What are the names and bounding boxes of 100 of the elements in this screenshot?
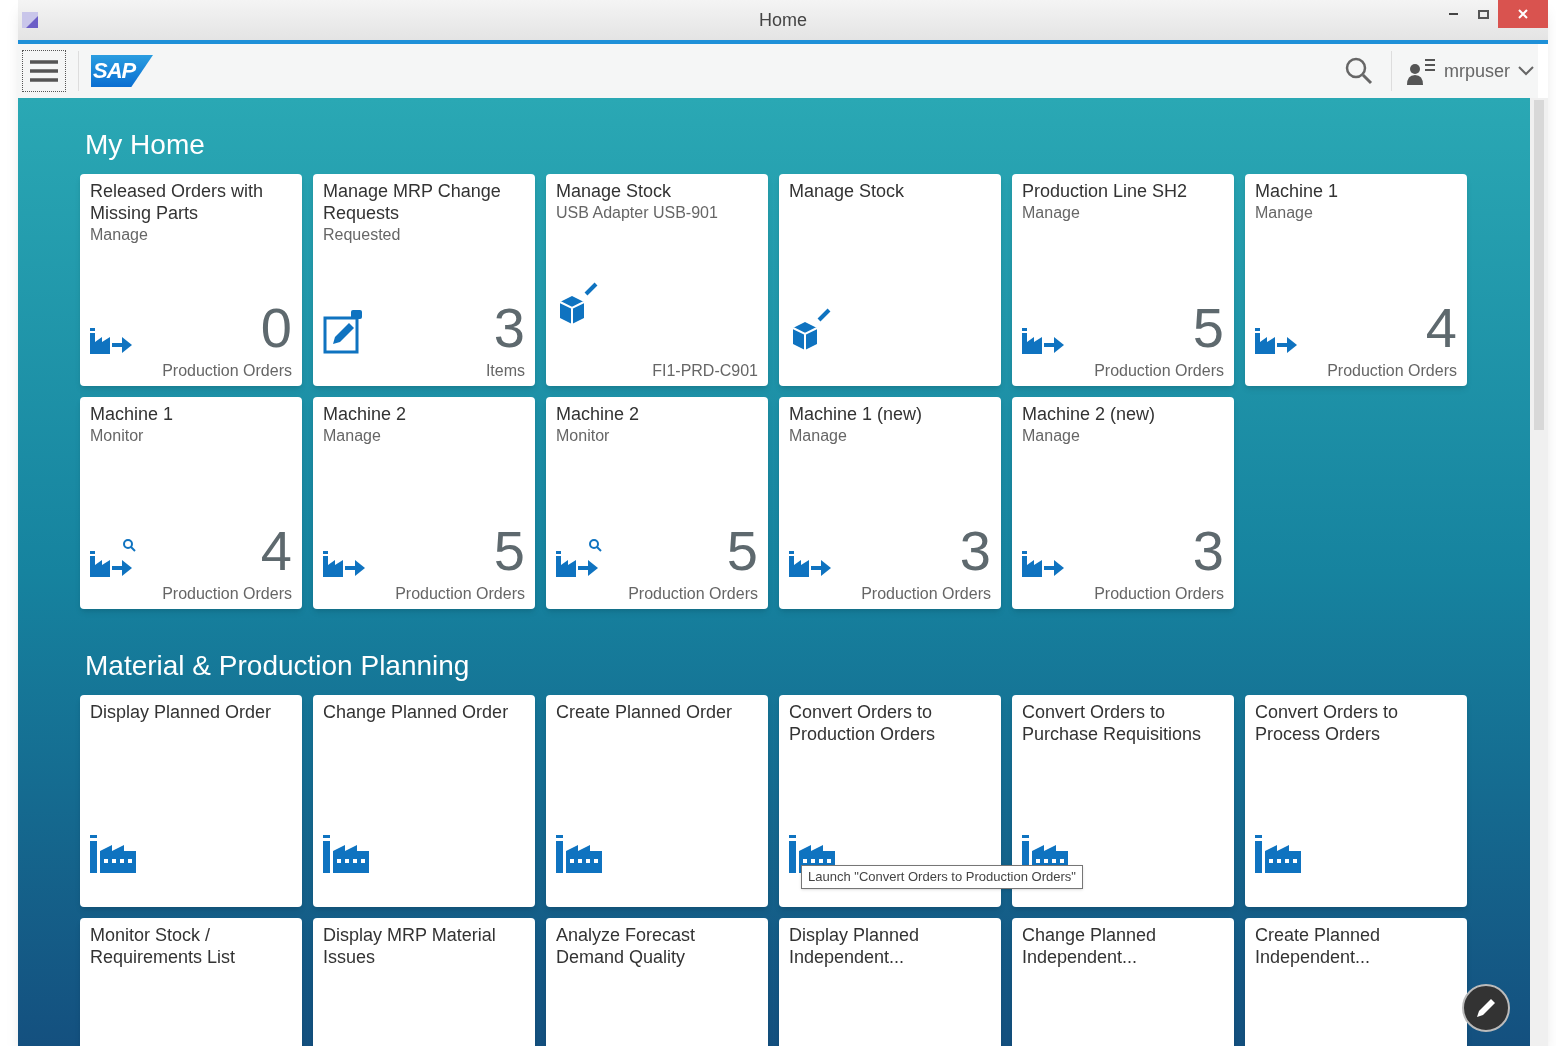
app-icon	[22, 12, 38, 28]
tile-subtitle: Requested	[323, 225, 402, 245]
tile-title: Create Planned Independent...	[1255, 924, 1382, 968]
tile-title: Monitor Stock / Requirements List	[90, 924, 237, 968]
tile-count: 3	[493, 300, 525, 356]
app-tile[interactable]: Display MRP Material Issues	[313, 918, 535, 1046]
tile-subtitle: USB Adapter USB-901	[556, 203, 719, 223]
window-title: Home	[759, 8, 807, 32]
close-icon	[1518, 9, 1528, 19]
factory-icon	[1255, 835, 1301, 873]
tile-count: 3	[959, 523, 991, 579]
factory-icon	[90, 835, 136, 873]
tile-footer: Production Orders	[556, 583, 758, 605]
tile-title: Machine 1	[1255, 180, 1340, 202]
tile-subtitle: Manage	[1022, 426, 1081, 446]
factory-arrow-icon	[1022, 328, 1066, 354]
factory-arrow-icon	[323, 551, 367, 577]
tile-title: Machine 2	[556, 403, 641, 425]
tile-title: Manage Stock	[789, 180, 906, 202]
app-tile[interactable]: Change Planned Independent...	[1012, 918, 1234, 1046]
tile-title: Released Orders with Missing Parts	[90, 180, 265, 224]
tile-subtitle: Manage	[1022, 203, 1081, 223]
app-tile[interactable]: Manage MRP Change Requests Requested 3 Items	[313, 174, 535, 386]
tile-title: Display Planned Independent...	[789, 924, 921, 968]
tile-title: Manage MRP Change Requests	[323, 180, 502, 224]
tile-title: Change Planned Order	[323, 701, 510, 723]
tile-footer: Production Orders	[789, 583, 991, 605]
tile-subtitle: Manage	[1255, 203, 1314, 223]
app-tile[interactable]: Create Planned Order	[546, 695, 768, 907]
tile-title: Convert Orders to Purchase Requisitions	[1022, 701, 1203, 745]
tile-subtitle: Manage	[90, 225, 149, 245]
tile-footer: Production Orders	[1255, 360, 1457, 382]
factory-arrow-icon	[789, 551, 833, 577]
factory-icon	[556, 835, 602, 873]
tile-footer: Production Orders	[90, 583, 292, 605]
tile-title: Machine 2 (new)	[1022, 403, 1157, 425]
section-title: Material & Production Planning	[85, 649, 471, 683]
search-icon	[1345, 57, 1373, 85]
app-tile[interactable]: Machine 2 (new) Manage 3 Production Orders	[1012, 397, 1234, 609]
app-tile[interactable]: Convert Orders to Process Orders	[1245, 695, 1467, 907]
tile-count: 0	[260, 300, 292, 356]
tile-footer: Items	[323, 360, 525, 382]
tile-count: 5	[1192, 300, 1224, 356]
tile-title: Production Line SH2	[1022, 180, 1189, 202]
app-tile[interactable]: Machine 1 Manage 4 Production Orders	[1245, 174, 1467, 386]
app-tile[interactable]: Create Planned Independent...	[1245, 918, 1467, 1046]
tile-count: 3	[1192, 523, 1224, 579]
tile-footer: Production Orders	[90, 360, 292, 382]
app-tile[interactable]: Display Planned Independent...	[779, 918, 1001, 1046]
app-tile[interactable]: Machine 1 Monitor 4 Production Orders	[80, 397, 302, 609]
tile-subtitle: Manage	[323, 426, 382, 446]
app-tile[interactable]: Released Orders with Missing Parts Manage 0 Production Orders	[80, 174, 302, 386]
tile-title: Analyze Forecast Demand Quality	[556, 924, 697, 968]
factory-arrow-icon	[90, 328, 134, 354]
chevron-down-icon	[1518, 66, 1534, 76]
section-title: My Home	[85, 128, 206, 162]
app-tile[interactable]: Monitor Stock / Requirements List	[80, 918, 302, 1046]
app-tile[interactable]: Change Planned Order	[313, 695, 535, 907]
factory-magnifier-arrow-icon	[556, 539, 602, 577]
sap-logo: SAP	[91, 55, 153, 87]
tile-title: Convert Orders to Production Orders	[789, 701, 937, 745]
edit-note-icon	[323, 310, 363, 354]
tile-footer: Production Orders	[1022, 583, 1224, 605]
tooltip: Launch "Convert Orders to Production Orders"	[801, 865, 1083, 889]
app-tile[interactable]: Analyze Forecast Demand Quality	[546, 918, 768, 1046]
tile-title: Change Planned Independent...	[1022, 924, 1158, 968]
pencil-icon	[1475, 997, 1497, 1019]
factory-arrow-icon	[1022, 551, 1066, 577]
app-tile[interactable]: Machine 2 Monitor 5 Production Orders	[546, 397, 768, 609]
app-tile[interactable]: Machine 1 (new) Manage 3 Production Orders	[779, 397, 1001, 609]
tile-subtitle: Monitor	[556, 426, 611, 446]
tile-title: Create Planned Order	[556, 701, 734, 723]
tile-title: Display MRP Material Issues	[323, 924, 497, 968]
edit-button[interactable]	[1462, 984, 1510, 1032]
tile-title: Machine 1 (new)	[789, 403, 924, 425]
tile-count: 5	[493, 523, 525, 579]
tile-title: Display Planned Order	[90, 701, 273, 723]
tile-count: 5	[726, 523, 758, 579]
tile-subtitle: Monitor	[90, 426, 145, 446]
tile-title: Machine 1	[90, 403, 175, 425]
app-tile[interactable]: Production Line SH2 Manage 5 Production Orders	[1012, 174, 1234, 386]
menu-icon	[30, 59, 58, 83]
user-icon	[1406, 57, 1436, 85]
factory-icon	[323, 835, 369, 873]
tile-title: Manage Stock	[556, 180, 673, 202]
app-tile[interactable]: Display Planned Order	[80, 695, 302, 907]
tile-title: Convert Orders to Process Orders	[1255, 701, 1400, 745]
factory-magnifier-arrow-icon	[90, 539, 136, 577]
tile-title: Machine 2	[323, 403, 408, 425]
tile-footer: Production Orders	[1022, 360, 1224, 382]
tile-footer: FI1-PRD-C901	[556, 360, 758, 382]
menu-button[interactable]	[22, 50, 66, 92]
close-button[interactable]	[1498, 0, 1548, 28]
app-tile[interactable]: Machine 2 Manage 5 Production Orders	[313, 397, 535, 609]
app-tile[interactable]: Manage Stock	[779, 174, 1001, 386]
tile-subtitle: Manage	[789, 426, 848, 446]
tile-count: 4	[1425, 300, 1457, 356]
app-tile[interactable]: Manage Stock USB Adapter USB-901 FI1-PRD-C901	[546, 174, 768, 386]
factory-arrow-icon	[1255, 328, 1299, 354]
user-menu-button[interactable]: mrpuser	[1406, 57, 1534, 85]
